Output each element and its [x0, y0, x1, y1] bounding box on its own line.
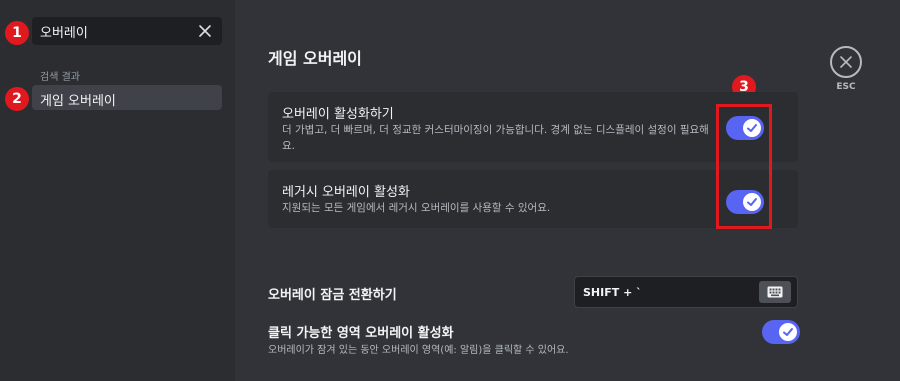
sidebar-item-game-overlay[interactable]: 게임 오버레이	[32, 85, 222, 110]
close-icon	[840, 56, 852, 68]
keybind-field[interactable]: SHIFT + `	[574, 276, 798, 308]
setting-description: 지원되는 모든 게임에서 레거시 오버레이를 사용할 수 있어요.	[282, 202, 551, 214]
search-box[interactable]	[32, 17, 222, 45]
setting-description: 더 가볍고, 더 빠르며, 더 정교한 커스터마이징이 가능합니다. 경계 없는…	[282, 124, 709, 152]
check-icon	[783, 328, 793, 336]
record-keybind-button[interactable]	[759, 281, 791, 303]
toggle-knob	[779, 323, 797, 341]
clickable-region-description: 오버레이가 잠겨 있는 동안 오버레이 영역(예: 알림)을 클릭할 수 있어요…	[268, 345, 569, 356]
page-title: 게임 오버레이	[268, 49, 362, 68]
close-icon[interactable]	[198, 24, 212, 38]
sidebar: 검색 결과 게임 오버레이	[0, 0, 235, 381]
section-label: 검색 결과	[40, 72, 80, 83]
keyboard-icon	[767, 286, 783, 298]
sidebar-item-label: 게임 오버레이	[40, 94, 116, 109]
annotation-highlight-box	[716, 104, 772, 229]
close-button[interactable]	[830, 46, 862, 78]
annotation-badge-1: 1	[5, 21, 29, 45]
clickable-region-label: 클릭 가능한 영역 오버레이 활성화	[268, 326, 454, 341]
keybind-keys: SHIFT + `	[583, 286, 642, 299]
setting-title: 오버레이 활성화하기	[282, 107, 394, 122]
search-input[interactable]	[40, 22, 190, 40]
setting-title: 레거시 오버레이 활성화	[282, 185, 410, 200]
lock-toggle-label: 오버레이 잠금 전환하기	[268, 288, 397, 303]
annotation-badge-2: 2	[5, 87, 29, 111]
clickable-region-toggle[interactable]	[762, 320, 800, 344]
esc-label: ESC	[836, 82, 856, 92]
